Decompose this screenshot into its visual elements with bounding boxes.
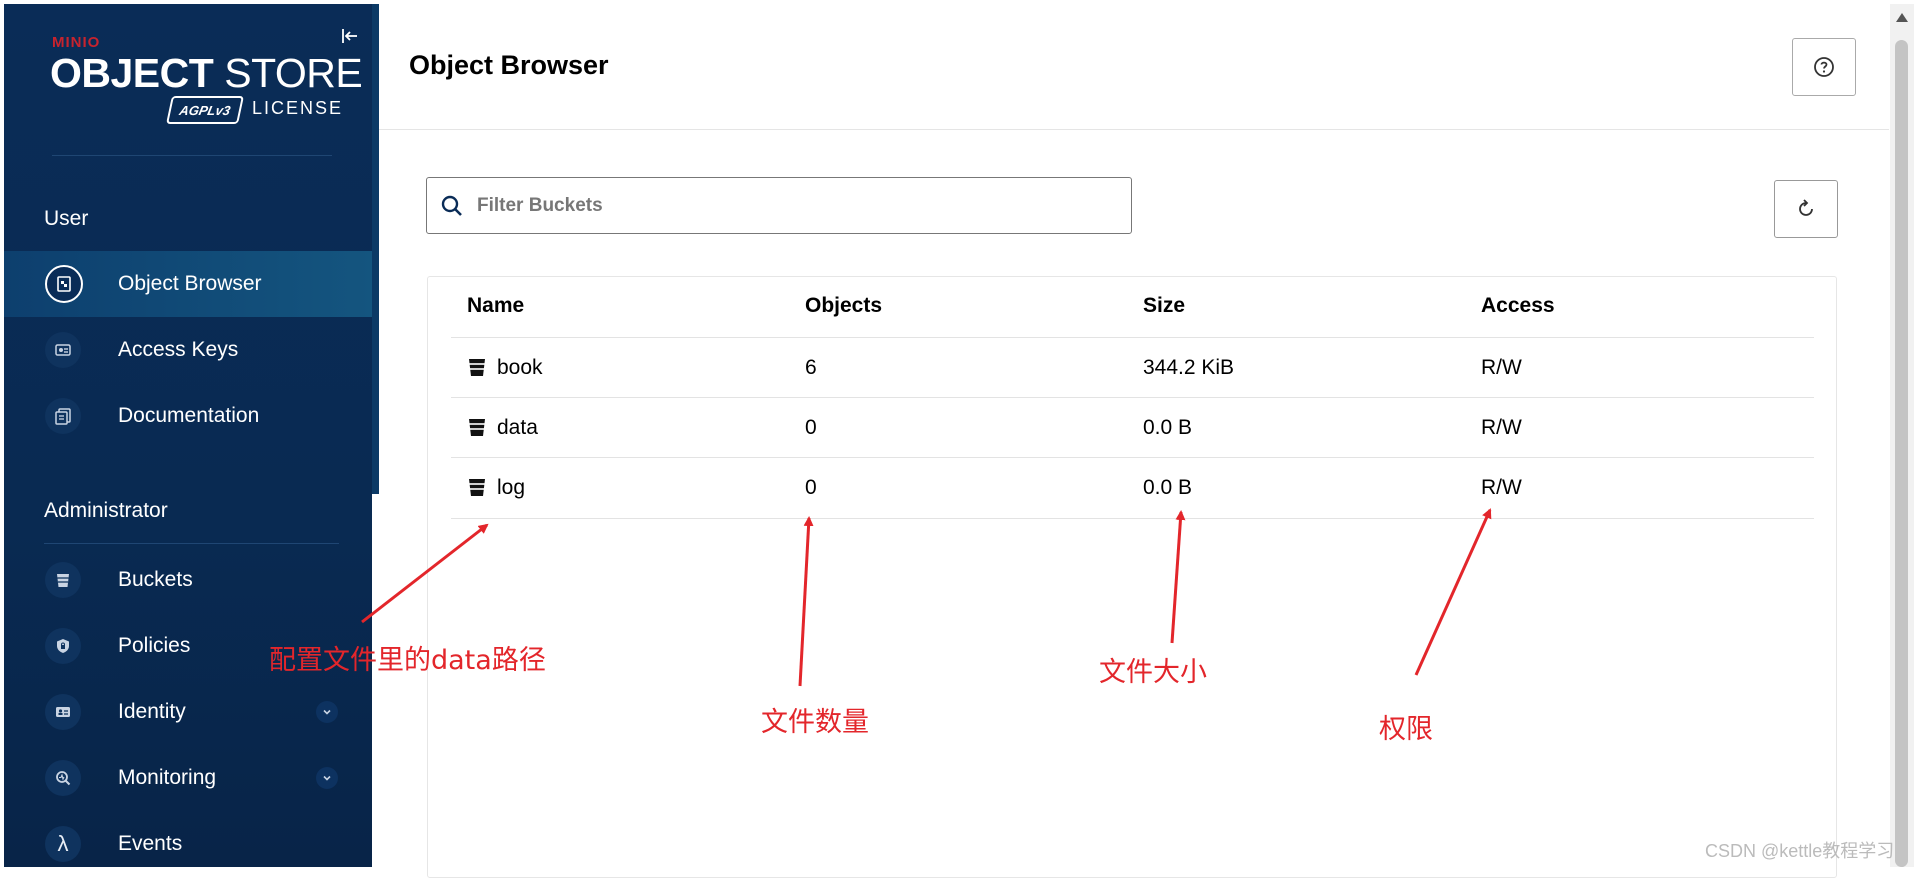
bucket-size: 0.0 B — [1143, 476, 1193, 499]
chevron-down-icon[interactable] — [316, 767, 338, 789]
logo-title-rest: STORE — [224, 50, 363, 96]
annotation-file-count: 文件数量 — [761, 707, 869, 738]
help-button[interactable] — [1792, 38, 1856, 96]
refresh-icon — [1799, 199, 1813, 216]
filter-buckets-field[interactable] — [426, 177, 1132, 234]
table-row[interactable] — [451, 398, 1814, 457]
logo-license: LICENSE — [252, 98, 344, 118]
object-browser-icon — [45, 265, 83, 303]
chevron-down-icon[interactable] — [316, 701, 338, 723]
monitoring-icon — [45, 760, 81, 796]
annotation-data-path: 配置文件里的data路径 — [269, 645, 546, 676]
sidebar-item-label: Access Keys — [118, 338, 239, 361]
bucket-access: R/W — [1481, 356, 1522, 379]
sidebar-divider — [52, 155, 332, 156]
column-header-size[interactable]: Size — [1143, 294, 1185, 318]
bucket-access: R/W — [1481, 416, 1522, 439]
logo-title-bold: OBJECT — [50, 50, 214, 96]
section-user-label: User — [44, 207, 89, 230]
sidebar-item-label: Events — [118, 832, 183, 855]
agpl-badge: AGPLv3 — [166, 96, 244, 124]
sidebar-item-label: Monitoring — [118, 766, 217, 789]
search-icon — [441, 195, 462, 216]
bucket-access: R/W — [1481, 476, 1522, 499]
table-row[interactable] — [451, 338, 1814, 397]
logo-brand: MINIO — [52, 34, 101, 51]
bucket-objects: 6 — [805, 356, 817, 379]
sidebar-item-access-keys[interactable]: Access Keys — [4, 317, 372, 383]
sidebar-divider — [44, 543, 339, 544]
bucket-objects: 0 — [805, 416, 817, 439]
bucket-icon — [469, 479, 485, 496]
sidebar-item-buckets[interactable]: Buckets — [4, 547, 372, 613]
section-admin-label: Administrator — [44, 499, 168, 522]
column-header-objects[interactable]: Objects — [805, 294, 882, 318]
collapse-sidebar-icon[interactable] — [340, 26, 360, 46]
sidebar-item-object-browser[interactable]: Object Browser — [4, 251, 372, 317]
help-icon — [1814, 57, 1834, 77]
bucket-name[interactable]: book — [497, 356, 543, 380]
access-keys-icon — [45, 332, 81, 368]
page-title: Object Browser — [409, 50, 609, 80]
sidebar-item-label: Object Browser — [118, 272, 262, 295]
watermark: CSDN @kettle教程学习 — [1705, 841, 1895, 861]
sidebar-edge — [372, 4, 379, 494]
logo-title: OBJECT STORE — [50, 50, 363, 97]
column-header-name[interactable]: Name — [467, 294, 524, 318]
sidebar-item-events[interactable]: λ Events — [4, 811, 372, 867]
lambda-icon: λ — [45, 826, 81, 862]
annotation-file-size: 文件大小 — [1099, 657, 1207, 688]
sidebar-item-label: Policies — [118, 634, 191, 657]
bucket-icon — [469, 419, 485, 436]
documentation-icon — [45, 398, 81, 434]
column-header-access[interactable]: Access — [1481, 294, 1555, 318]
bucket-size: 344.2 KiB — [1143, 356, 1235, 379]
bucket-size: 0.0 B — [1143, 416, 1193, 439]
refresh-button[interactable] — [1774, 180, 1838, 238]
search-input[interactable] — [475, 193, 1099, 218]
bucket-icon — [45, 562, 81, 598]
sidebar-item-label: Buckets — [118, 568, 193, 591]
bucket-name[interactable]: log — [497, 476, 525, 500]
scroll-up-arrow-icon[interactable] — [1894, 10, 1910, 24]
table-row[interactable] — [451, 458, 1814, 517]
bucket-objects: 0 — [805, 476, 817, 499]
scrollbar-thumb[interactable] — [1895, 40, 1908, 867]
page-header: Object Browser — [379, 4, 1889, 130]
sidebar-item-identity[interactable]: Identity — [4, 679, 372, 745]
bucket-icon — [469, 359, 485, 376]
sidebar-item-label: Documentation — [118, 404, 260, 427]
row-divider — [451, 518, 1814, 519]
bucket-name[interactable]: data — [497, 416, 538, 440]
identity-card-icon — [45, 694, 81, 730]
sidebar-item-documentation[interactable]: Documentation — [4, 383, 372, 449]
policy-shield-icon — [45, 628, 81, 664]
annotation-access: 权限 — [1379, 714, 1433, 745]
sidebar: MINIO OBJECT STORE AGPLv3 LICENSE User O… — [4, 4, 372, 867]
sidebar-item-label: Identity — [118, 700, 186, 723]
sidebar-item-monitoring[interactable]: Monitoring — [4, 745, 372, 811]
